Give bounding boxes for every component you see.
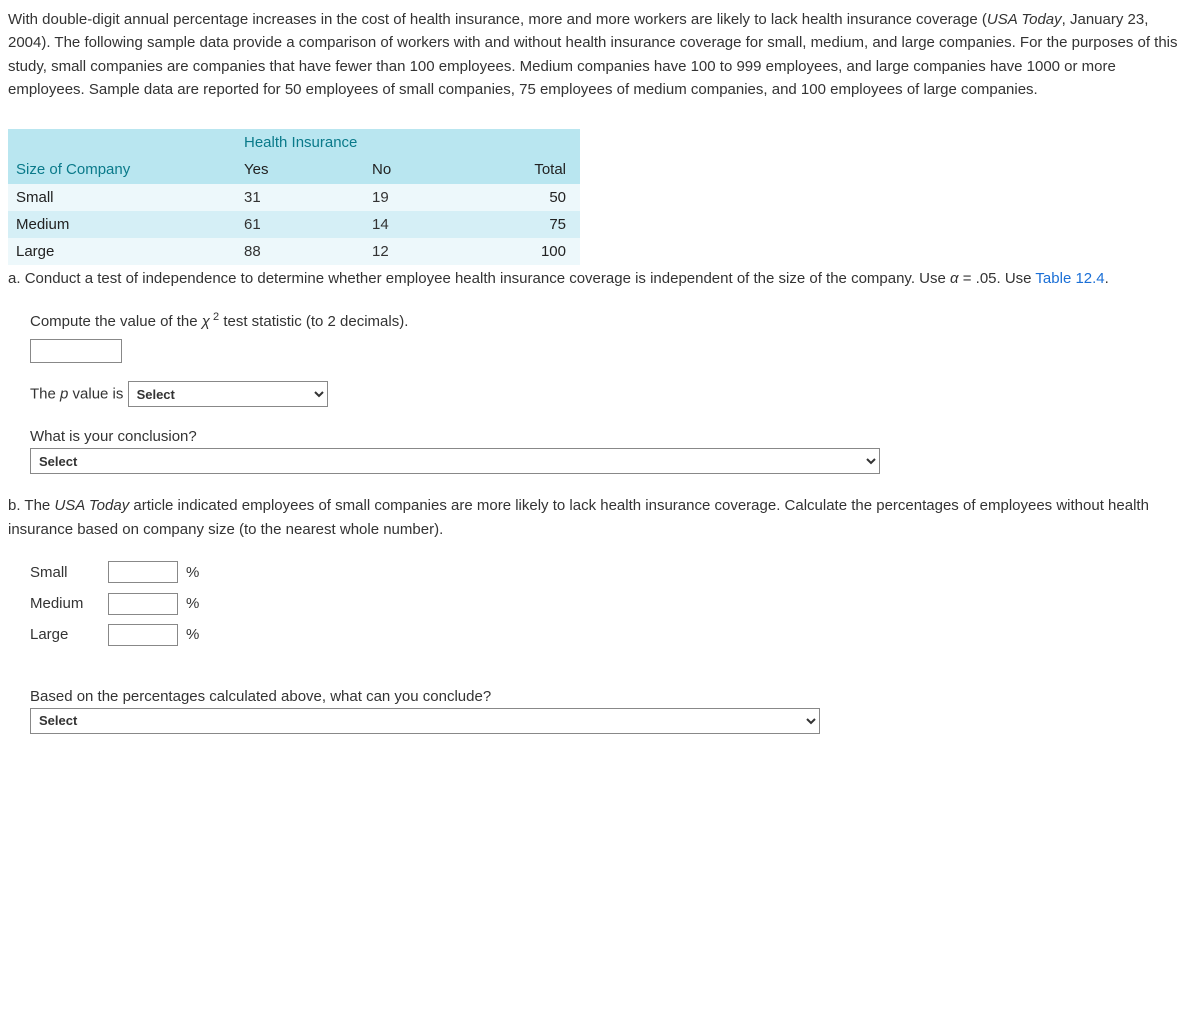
cell: 61 — [236, 211, 364, 238]
conclusion-block: What is your conclusion? Select — [30, 425, 1192, 474]
part-a-text: Conduct a test of independence to determ… — [25, 270, 1109, 287]
table-row: Large 88 12 100 — [8, 238, 580, 265]
part-a: a. Conduct a test of independence to det… — [8, 267, 1192, 290]
table-row: Medium 61 14 75 — [8, 211, 580, 238]
pct-label: Large — [30, 623, 100, 646]
pvalue-row: The p value is Select — [30, 381, 1192, 407]
chi-square-input[interactable] — [30, 339, 122, 363]
data-table: Health Insurance Size of Company Yes No … — [8, 129, 580, 265]
large-pct-input[interactable] — [108, 624, 178, 646]
part-b-text: The USA Today article indicated employee… — [8, 497, 1149, 537]
conclusion-question: What is your conclusion? — [30, 425, 1192, 448]
cell: 75 — [472, 211, 580, 238]
small-pct-input[interactable] — [108, 561, 178, 583]
pct-row-medium: Medium % — [30, 592, 1192, 615]
col-no: No — [364, 156, 472, 183]
col-yes: Yes — [236, 156, 364, 183]
row-name: Medium — [8, 211, 236, 238]
medium-pct-input[interactable] — [108, 593, 178, 615]
cell: 88 — [236, 238, 364, 265]
cell: 31 — [236, 184, 364, 211]
pct-row-small: Small % — [30, 561, 1192, 584]
conclusion-select[interactable]: Select — [30, 448, 880, 474]
cell: 100 — [472, 238, 580, 265]
partb-conclude-question: Based on the percentages calculated abov… — [30, 685, 1192, 708]
cell: 50 — [472, 184, 580, 211]
row-name: Large — [8, 238, 236, 265]
cell: 12 — [364, 238, 472, 265]
row-name: Small — [8, 184, 236, 211]
table-row: Small 31 19 50 — [8, 184, 580, 211]
col-total: Total — [472, 156, 580, 183]
pct-row-large: Large % — [30, 623, 1192, 646]
compute-prompt: Compute the value of the χ 2 test statis… — [30, 309, 1192, 364]
pvalue-select[interactable]: Select — [128, 381, 328, 407]
pct-label: Small — [30, 561, 100, 584]
table-link[interactable]: Table 12.4 — [1035, 270, 1104, 287]
pct-sign: % — [186, 592, 199, 615]
pct-sign: % — [186, 561, 199, 584]
cell: 14 — [364, 211, 472, 238]
pct-sign: % — [186, 623, 199, 646]
pct-label: Medium — [30, 592, 100, 615]
cell: 19 — [364, 184, 472, 211]
intro-citation: USA Today — [987, 11, 1062, 28]
partb-conclude-block: Based on the percentages calculated abov… — [30, 685, 1192, 734]
part-b: b. The USA Today article indicated emplo… — [8, 494, 1192, 541]
intro-text-a: With double-digit annual percentage incr… — [8, 11, 987, 28]
partb-conclude-select[interactable]: Select — [30, 708, 820, 734]
intro-paragraph: With double-digit annual percentage incr… — [8, 8, 1192, 101]
table-super-header: Health Insurance — [236, 129, 472, 156]
part-b-prefix: b. — [8, 497, 21, 514]
part-a-prefix: a. — [8, 270, 21, 287]
col-size: Size of Company — [8, 156, 236, 183]
